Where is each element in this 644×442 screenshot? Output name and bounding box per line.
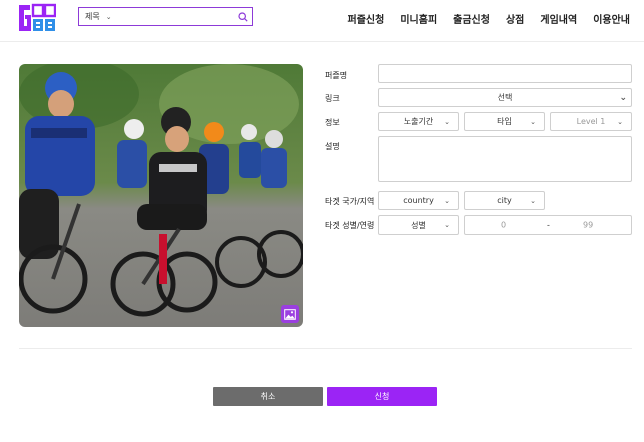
content-divider <box>19 348 632 349</box>
header-divider <box>0 41 644 42</box>
link-select-value: 선택 <box>497 93 513 102</box>
search-input[interactable] <box>124 8 235 25</box>
puzzle-name-input[interactable] <box>378 64 632 83</box>
age-range-input[interactable]: 0 - 99 <box>464 215 632 235</box>
chevron-down-icon: ⌄ <box>530 117 536 126</box>
search-icon[interactable] <box>235 8 252 25</box>
link-select[interactable]: 선택 ⌄ <box>378 88 632 107</box>
age-range-separator: - <box>547 220 550 230</box>
chevron-down-icon: ⌄ <box>444 221 450 229</box>
search-category-select[interactable]: 제목 ⌄ <box>79 11 125 22</box>
city-select[interactable]: city ⌄ <box>464 191 545 210</box>
nav-usage-guide[interactable]: 이용안내 <box>585 11 638 26</box>
country-select[interactable]: country ⌄ <box>378 191 459 210</box>
type-select[interactable]: 타입 ⌄ <box>464 112 545 131</box>
exposure-period-select[interactable]: 노출기간 ⌄ <box>378 112 459 131</box>
label-link: 링크 <box>325 94 340 103</box>
age-max-value[interactable]: 99 <box>583 221 593 230</box>
level-select[interactable]: Level 1 ⌄ <box>550 112 632 131</box>
gee-logo-icon[interactable] <box>18 3 57 33</box>
label-description: 설명 <box>325 142 340 151</box>
puzzle-photo[interactable] <box>19 64 303 327</box>
cancel-button[interactable]: 취소 <box>213 387 323 406</box>
nav-shop[interactable]: 상점 <box>498 11 532 26</box>
search-bar: 제목 ⌄ <box>78 7 253 26</box>
nav-mini-homepage[interactable]: 미니홈피 <box>392 11 445 26</box>
label-target-gender-age: 타겟 성별/연령 <box>325 221 375 230</box>
type-value: 타입 <box>497 117 512 126</box>
nav-puzzle-apply[interactable]: 퍼즐신청 <box>340 11 393 26</box>
label-info: 정보 <box>325 118 340 127</box>
nav-game-history[interactable]: 게임내역 <box>532 11 585 26</box>
search-category-label: 제목 <box>85 12 100 21</box>
level-value: Level 1 <box>576 117 606 126</box>
main-nav: 퍼즐신청 미니홈피 출금신청 상점 게임내역 이용안내 <box>340 11 638 26</box>
image-icon[interactable] <box>281 305 299 323</box>
chevron-down-icon: ⌄ <box>105 12 112 21</box>
label-target-region: 타겟 국가/지역 <box>325 197 375 206</box>
country-value: country <box>403 196 434 205</box>
chevron-down-icon: ⌄ <box>444 196 450 205</box>
nav-withdraw-apply[interactable]: 출금신청 <box>445 11 498 26</box>
header: 제목 ⌄ 퍼즐신청 미니홈피 출금신청 상점 게임내역 이용안내 <box>0 0 644 38</box>
city-value: city <box>497 196 512 205</box>
chevron-down-icon: ⌄ <box>617 117 623 126</box>
chevron-down-icon: ⌄ <box>619 92 627 103</box>
chevron-down-icon: ⌄ <box>444 117 450 126</box>
gender-value: 성별 <box>411 220 426 230</box>
gender-select[interactable]: 성별 ⌄ <box>378 215 459 235</box>
age-min-value[interactable]: 0 <box>501 221 506 230</box>
submit-button[interactable]: 신청 <box>327 387 437 406</box>
description-textarea[interactable] <box>378 136 632 182</box>
exposure-period-value: 노출기간 <box>403 117 434 126</box>
chevron-down-icon: ⌄ <box>530 196 536 205</box>
label-puzzle-name: 퍼즐명 <box>325 71 348 80</box>
